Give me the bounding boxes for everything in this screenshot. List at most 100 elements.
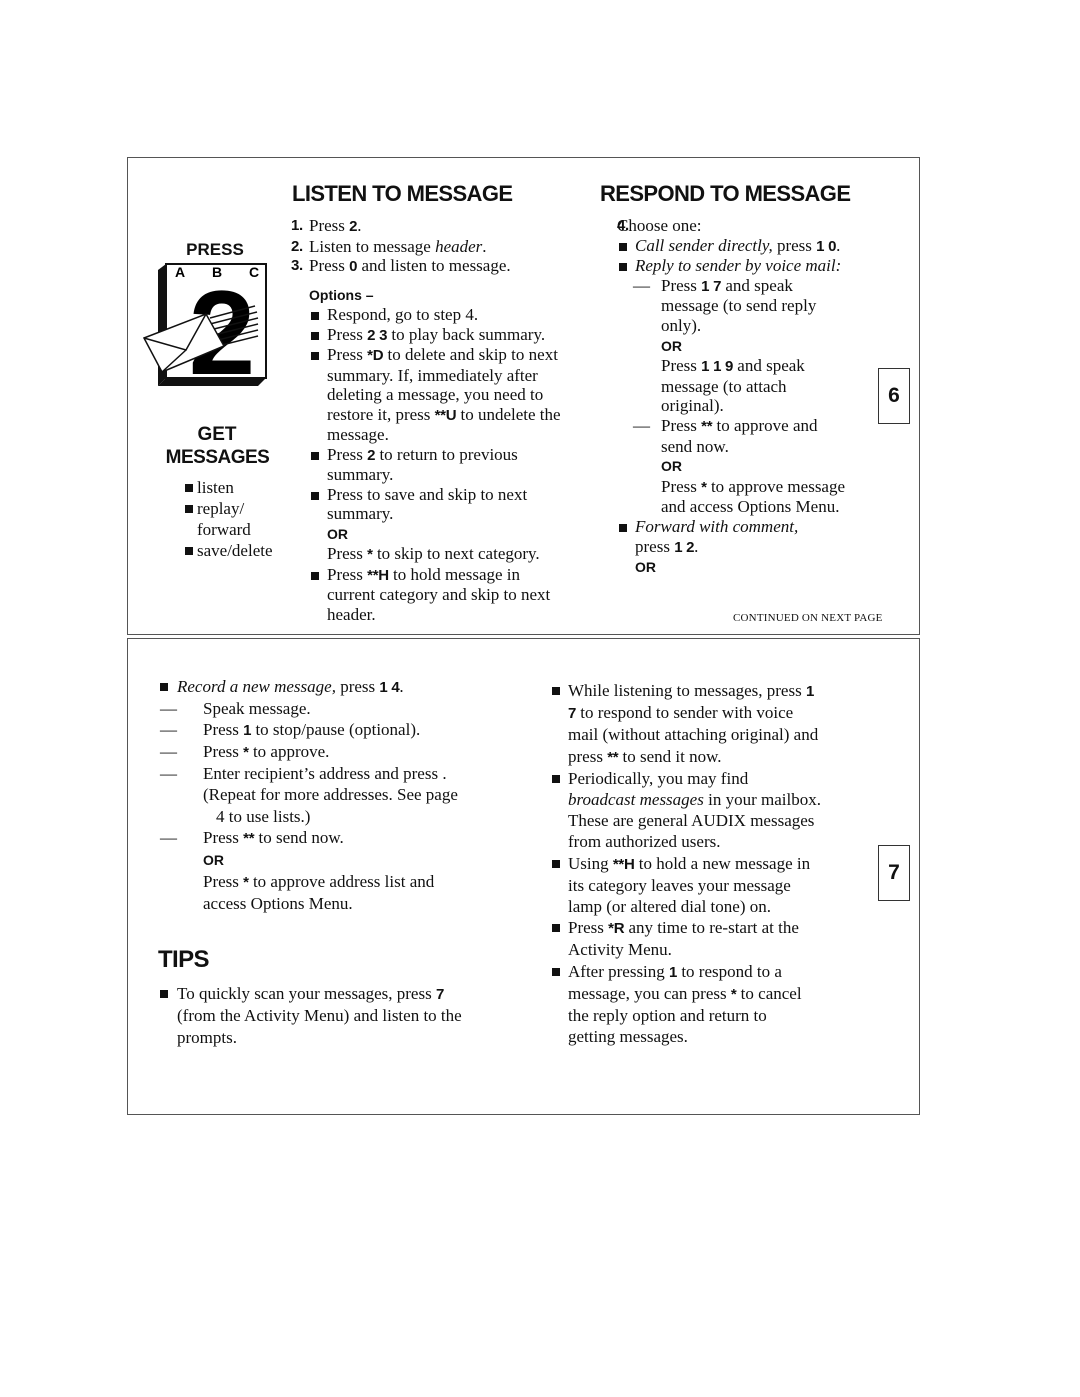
text-run: While listening to messages, press — [568, 681, 806, 700]
text-run: to hold a new message in — [634, 853, 811, 873]
text-line: Activity Menu. — [552, 939, 821, 960]
or-label: OR — [661, 458, 682, 475]
text-run: summary. — [327, 504, 394, 523]
text-run: press — [335, 677, 380, 696]
text-line: the reply option and return to — [552, 1005, 821, 1026]
press-label: PRESS — [186, 240, 244, 259]
text-run: . — [357, 216, 362, 235]
text-run: original). — [661, 396, 724, 416]
or-label: OR — [327, 525, 348, 542]
text-run: broadcast messages — [568, 790, 704, 810]
text-run: Forward with comment, — [635, 516, 799, 536]
text-line: Call sender directly, press 1 0. — [599, 236, 845, 257]
key-sequence: 1 0 — [816, 237, 837, 255]
text-run: to respond to sender with voice — [576, 703, 794, 723]
messages-title: MESSAGES — [165, 447, 270, 468]
key-sequence: 1 7 — [701, 277, 722, 295]
text-line: summary. — [291, 465, 561, 485]
text-line: — Press * to approve. — [160, 741, 458, 763]
get-messages-list: listen replay/forward save/delete — [185, 477, 273, 561]
text-line: message. — [291, 425, 561, 445]
key-sequence: *R — [608, 920, 625, 938]
text-run: send now. — [661, 436, 729, 456]
text-run: to skip to next category. — [372, 544, 540, 563]
text-run: Press — [661, 356, 702, 376]
text-line: — Speak message. — [160, 698, 458, 719]
text-line: Forward with comment, — [599, 517, 845, 537]
page-number-7: 7 — [878, 845, 910, 901]
key-sequence: **U — [434, 406, 457, 424]
text-run: message (to attach — [661, 376, 787, 396]
key-sequence: 1 — [669, 963, 678, 981]
text-run: prompts. — [177, 1027, 237, 1047]
text-run: Press — [327, 444, 368, 464]
text-line: While listening to messages, press 1 — [552, 680, 821, 702]
key-sequence: 1 4 — [379, 679, 400, 696]
text-run: 4 to use lists.) — [216, 806, 311, 826]
text-line: deleting a message, you need to — [291, 385, 561, 405]
text-line: only). — [599, 316, 845, 336]
text-line: press ** to send it now. — [552, 746, 821, 768]
key-sequence: *D — [367, 347, 384, 364]
text-line: 1. Press 2. — [291, 216, 561, 237]
text-run: lamp (or altered dial tone) on. — [568, 897, 771, 917]
text-run: to send now. — [254, 827, 344, 847]
text-run: Respond, go to step 4. — [327, 305, 479, 324]
text-run: message (to send reply — [661, 296, 817, 316]
respond-steps: 4. Choose one: Call sender directly, press… — [599, 216, 845, 578]
key-sequence: 7 — [435, 986, 444, 1003]
key-sequence: 2 — [349, 218, 358, 235]
listen-steps: 1. Press 2. 2. Listen to message header. 3. P… — [291, 216, 561, 624]
text-line: OR — [599, 456, 845, 477]
text-run: mail (without attaching original) and — [568, 725, 819, 745]
key-sequence: ** — [243, 829, 255, 847]
text-run: Press — [327, 544, 368, 563]
key-sequence: ** — [607, 748, 619, 766]
dash-marker: — — [160, 764, 177, 784]
text-line: (from the Activity Menu) and listen to t… — [160, 1005, 462, 1026]
key-sequence: 2 — [367, 446, 376, 464]
text-run: (from the Activity Menu) and listen to t… — [177, 1006, 462, 1026]
text-line: To quickly scan your messages, press 7 — [160, 983, 462, 1005]
text-run: Choose one: — [617, 216, 702, 235]
text-run: header. — [327, 604, 376, 624]
tips-heading: TIPS — [158, 946, 210, 973]
text-run: Press — [661, 476, 702, 496]
text-run: . — [399, 677, 404, 696]
text-line: After pressing 1 to respond to a — [552, 961, 821, 983]
text-run: access Options Menu. — [203, 893, 353, 913]
text-run: Activity Menu. — [568, 940, 672, 960]
text-run: Listen to message — [309, 236, 436, 256]
text-line: summary. — [291, 504, 561, 524]
key-sequence: 2 3 — [367, 326, 388, 344]
text-run: and speak — [733, 356, 805, 376]
text-run: the reply option and return to — [568, 1006, 767, 1026]
text-run: Reply to sender by voice mail: — [635, 256, 842, 276]
key-sequence: 1 — [243, 722, 252, 740]
get-title: GET — [197, 424, 237, 445]
text-line: — Press 1 7 and speak — [599, 276, 845, 297]
keypad-2-envelope-icon: A B C 2 — [142, 263, 267, 388]
text-run: Periodically, you may find — [568, 768, 749, 788]
text-run: Using — [568, 853, 613, 873]
text-line: original). — [599, 396, 845, 416]
text-run: Press — [327, 564, 368, 584]
text-run: to approve message — [706, 476, 846, 496]
text-run: message, you can press — [568, 983, 731, 1003]
text-line: OR — [599, 336, 845, 357]
text-run: to delete and skip to next — [383, 345, 558, 364]
text-line: save/delete — [185, 540, 273, 561]
text-line: Press * to skip to next category. — [291, 544, 561, 565]
text-run: to send it now. — [618, 746, 722, 766]
tips-list: To quickly scan your messages, press 7 (f… — [160, 983, 462, 1048]
text-run: . — [836, 235, 841, 255]
text-run: press — [772, 235, 817, 255]
text-line: restore it, press **U to undelete the — [291, 405, 561, 426]
text-run: After pressing — [568, 961, 670, 981]
text-run: These are general AUDIX messages — [568, 811, 815, 831]
text-line: — Press ** to send now. — [160, 827, 458, 849]
key-letter-a: A — [175, 264, 185, 280]
text-run: forward — [197, 520, 251, 539]
text-run: to stop/pause (optional). — [251, 720, 421, 740]
key-sequence: 1 2 — [674, 538, 695, 556]
